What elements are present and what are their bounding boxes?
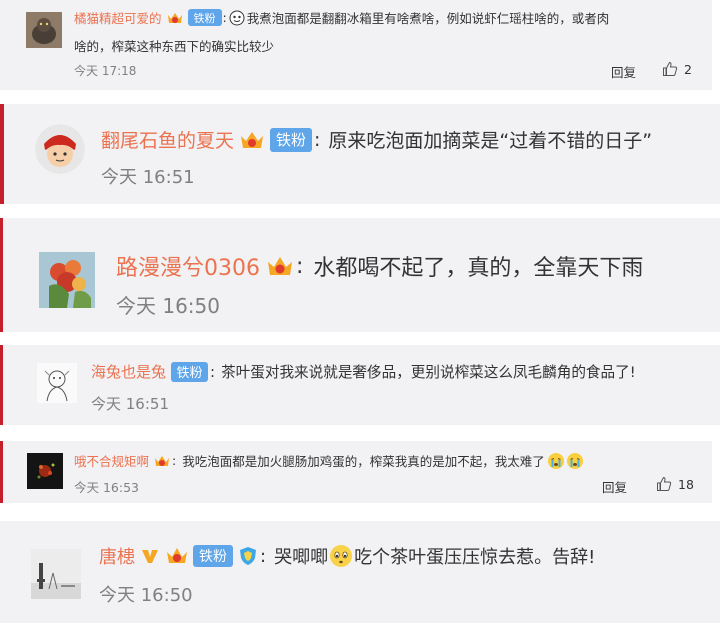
avatar[interactable] <box>27 453 63 489</box>
vip-crown-icon <box>166 10 184 26</box>
crying-face-icon <box>566 452 584 470</box>
comment-card: 橘猫精超可爱的 铁粉 : 我煮泡面都是翻翻冰箱里有啥煮啥，例如说虾仁瑶柱啥的，或… <box>0 0 712 90</box>
verified-v-icon <box>140 546 160 566</box>
vip-crown-icon <box>165 545 189 567</box>
like-count: 18 <box>678 476 694 492</box>
thumbs-up-icon <box>662 61 678 77</box>
reply-button[interactable]: 回复 <box>602 477 627 496</box>
comment-text-cont: 啥的，榨菜这种东西下的确实比较少 <box>74 39 275 54</box>
avatar[interactable] <box>39 252 95 308</box>
face-emoji-icon <box>229 10 245 26</box>
fan-badge: 铁粉 <box>187 9 222 26</box>
thumbs-up-icon <box>656 476 672 492</box>
comment-text: 我煮泡面都是翻翻冰箱里有啥煮啥，例如说虾仁瑶柱啥的，或者肉 <box>246 11 610 26</box>
comment-time: 今天 17:18 <box>74 64 137 78</box>
username[interactable]: 翻尾石鱼的夏天 <box>101 126 234 153</box>
comment-time: 今天 16:51 <box>91 395 169 413</box>
comment-time: 今天 16:50 <box>99 585 193 606</box>
vip-crown-icon <box>266 253 294 279</box>
avatar[interactable] <box>31 549 81 599</box>
comment-card: 路漫漫兮0306 : 水都喝不起了，真的，全靠天下雨 今天 16:50 <box>0 218 720 332</box>
comment-card: 哦不合规矩啊 : 我吃泡面都是加火腿肠加鸡蛋的，榨菜我真的是加不起，我太难了 今… <box>0 441 712 503</box>
fan-badge: 铁粉 <box>193 545 233 567</box>
fan-badge: 铁粉 <box>171 361 209 382</box>
avatar[interactable] <box>37 363 77 403</box>
comment-text: 原来吃泡面加摘菜是“过着不错的日子” <box>328 130 653 152</box>
comment-text: 我吃泡面都是加火腿肠加鸡蛋的，榨菜我真的是加不起，我太难了 <box>182 454 545 469</box>
sad-face-icon <box>329 544 353 568</box>
username[interactable]: 橘猫精超可爱的 <box>74 8 162 27</box>
shield-badge-icon <box>238 546 258 566</box>
fan-badge: 铁粉 <box>270 127 313 152</box>
vip-crown-icon <box>239 128 265 152</box>
crying-face-icon <box>547 452 565 470</box>
avatar[interactable] <box>35 124 85 174</box>
avatar[interactable] <box>26 12 62 48</box>
username[interactable]: 哦不合规矩啊 <box>74 451 149 470</box>
card-accent-bar <box>0 218 3 332</box>
like-count: 2 <box>684 61 692 77</box>
reply-button[interactable]: 回复 <box>611 62 636 81</box>
card-accent-bar <box>0 345 3 425</box>
vip-crown-icon <box>153 453 171 469</box>
comment-card: 翻尾石鱼的夏天 铁粉 : 原来吃泡面加摘菜是“过着不错的日子” 今天 16:51 <box>0 104 720 204</box>
comment-text: 茶叶蛋对我来说就是奢侈品，更别说榨菜这么凤毛麟角的食品了! <box>221 364 636 381</box>
username[interactable]: 路漫漫兮0306 <box>116 250 260 282</box>
comment-card: 唐槵 铁粉 : 哭唧唧 吃个茶叶蛋压压惊去惹。告辞! 今天 16:50 <box>0 521 720 623</box>
comment-text: 水都喝不起了，真的，全靠天下雨 <box>313 256 644 281</box>
comment-time: 今天 16:50 <box>116 294 220 318</box>
comment-time: 今天 16:53 <box>74 480 139 495</box>
like-button[interactable]: 18 <box>656 476 694 492</box>
card-accent-bar <box>0 104 4 204</box>
card-accent-bar <box>0 441 3 503</box>
comment-time: 今天 16:51 <box>101 167 195 188</box>
username[interactable]: 海兔也是兔 <box>91 361 166 382</box>
like-button[interactable]: 2 <box>662 61 692 77</box>
comment-text: 哭唧唧 <box>274 547 329 568</box>
comment-card: 海兔也是兔 铁粉 : 茶叶蛋对我来说就是奢侈品，更别说榨菜这么凤毛麟角的食品了!… <box>0 345 720 425</box>
username[interactable]: 唐槵 <box>99 543 135 569</box>
comment-text-cont: 吃个茶叶蛋压压惊去惹。告辞! <box>354 547 596 568</box>
